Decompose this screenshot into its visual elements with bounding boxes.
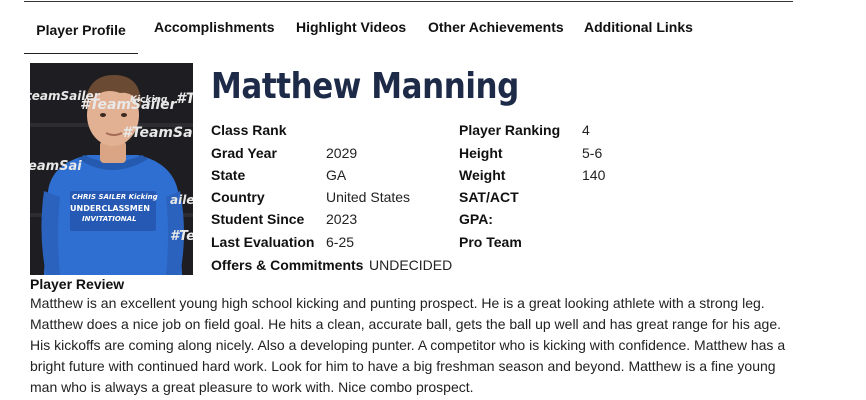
- country-label: Country: [211, 189, 265, 205]
- tab-player-profile[interactable]: Player Profile: [24, 6, 138, 54]
- player-ranking-label: Player Ranking: [459, 122, 561, 138]
- shirt-text: INVITATIONAL: [82, 215, 137, 223]
- sat-act-label: SAT/ACT: [459, 189, 519, 205]
- offers-commitments-value: UNDECIDED: [369, 257, 453, 273]
- height-value: 5-6: [582, 145, 603, 161]
- gpa-label: GPA:: [459, 211, 493, 227]
- photo-backdrop-text: #T: [176, 91, 193, 107]
- class-rank-label: Class Rank: [211, 122, 287, 138]
- student-since-value: 2023: [326, 211, 358, 227]
- photo-backdrop-text: ailer: [170, 193, 193, 207]
- pro-team-label: Pro Team: [459, 234, 522, 250]
- state-value: GA: [326, 167, 347, 183]
- photo-backdrop-text: #TeamSailer: [122, 125, 193, 141]
- player-name: Matthew Manning: [211, 66, 519, 107]
- player-ranking-value: 4: [582, 122, 590, 138]
- photo-backdrop-text: eamSai: [30, 159, 82, 174]
- last-evaluation-label: Last Evaluation: [211, 234, 315, 250]
- photo-backdrop-text: #Te: [170, 229, 193, 244]
- profile-tabs: Player Profile Accomplishments Highlight…: [24, 0, 793, 56]
- tab-other-achievements[interactable]: Other Achievements: [428, 6, 564, 48]
- player-review-text: Matthew is an excellent young high schoo…: [30, 295, 786, 395]
- player-review-title: Player Review: [30, 276, 125, 292]
- tab-accomplishments[interactable]: Accomplishments: [154, 6, 275, 48]
- weight-label: Weight: [459, 167, 506, 183]
- student-since-label: Student Since: [211, 211, 305, 227]
- weight-value: 140: [582, 167, 606, 183]
- last-evaluation-value: 6-25: [326, 234, 355, 250]
- grad-year-label: Grad Year: [211, 145, 277, 161]
- player-photo: #TeamSailer teamSailer Kicking #TeamSail…: [30, 63, 193, 275]
- height-label: Height: [459, 145, 503, 161]
- state-label: State: [211, 167, 246, 183]
- photo-backdrop-text: teamSailer: [30, 89, 100, 103]
- tab-additional-links[interactable]: Additional Links: [584, 6, 693, 48]
- tab-highlight-videos[interactable]: Highlight Videos: [296, 6, 406, 48]
- offers-commitments-label: Offers & Commitments: [211, 257, 364, 273]
- photo-backdrop-text: Kicking: [130, 95, 168, 105]
- shirt-text: UNDERCLASSMEN: [70, 204, 150, 213]
- shirt-text: CHRIS SAILER Kicking: [72, 193, 158, 201]
- grad-year-value: 2029: [326, 145, 358, 161]
- country-value: United States: [326, 189, 411, 205]
